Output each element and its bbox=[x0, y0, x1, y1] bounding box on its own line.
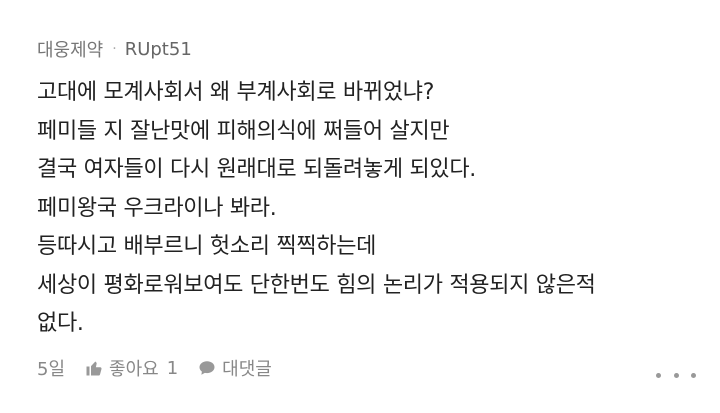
comment-line: 고대에 모계사회서 왜 부계사회로 바뀌었냐? bbox=[37, 80, 435, 105]
meta-separator: · bbox=[112, 41, 117, 57]
speech-bubble-icon bbox=[199, 361, 215, 375]
comment-line: 결국 여자들이 다시 원래대로 되돌려놓게 되있다. bbox=[37, 157, 476, 182]
comment-author[interactable]: RUpt51 bbox=[125, 39, 192, 60]
reply-label: 대댓글 bbox=[222, 359, 272, 380]
comment-line: 없다. bbox=[37, 311, 84, 336]
comment-time: 5일 bbox=[37, 359, 66, 380]
comment-item: 대웅제약 · RUpt51 고대에 모계사회서 왜 부계사회로 바뀌었냐? 페미… bbox=[0, 0, 720, 413]
like-button[interactable]: 좋아요 1 bbox=[85, 355, 178, 381]
dot bbox=[673, 372, 679, 378]
comment-line: 페미들 지 잘난맛에 피해의식에 쩌들어 살지만 bbox=[37, 118, 450, 144]
dot bbox=[656, 372, 661, 378]
comment-line: 세상이 평화로워보여도 단한번도 힘의 논리가 적용되지 않은적 bbox=[37, 272, 596, 298]
comment-body: 고대에 모계사회서 왜 부계사회로 바뀌었냐? 페미들 지 잘난맛에 피해의식에… bbox=[37, 74, 697, 344]
comment-meta: 대웅제약 · RUpt51 bbox=[37, 36, 192, 62]
comment-actions: 5일 좋아요 1 대댓글 bbox=[37, 354, 272, 382]
dot bbox=[691, 372, 696, 378]
like-count: 1 bbox=[166, 357, 179, 379]
thumbs-up-icon bbox=[86, 361, 102, 376]
like-label: 좋아요 bbox=[109, 359, 159, 380]
comment-line: 등따시고 배부르니 헛소리 찍찍하는데 bbox=[37, 234, 377, 259]
comment-source: 대웅제약 bbox=[37, 40, 104, 61]
more-dots-icon[interactable] bbox=[656, 366, 696, 384]
reply-button[interactable]: 대댓글 bbox=[198, 355, 272, 381]
comment-line: 페미왕국 우크라이나 봐라. bbox=[37, 195, 277, 221]
